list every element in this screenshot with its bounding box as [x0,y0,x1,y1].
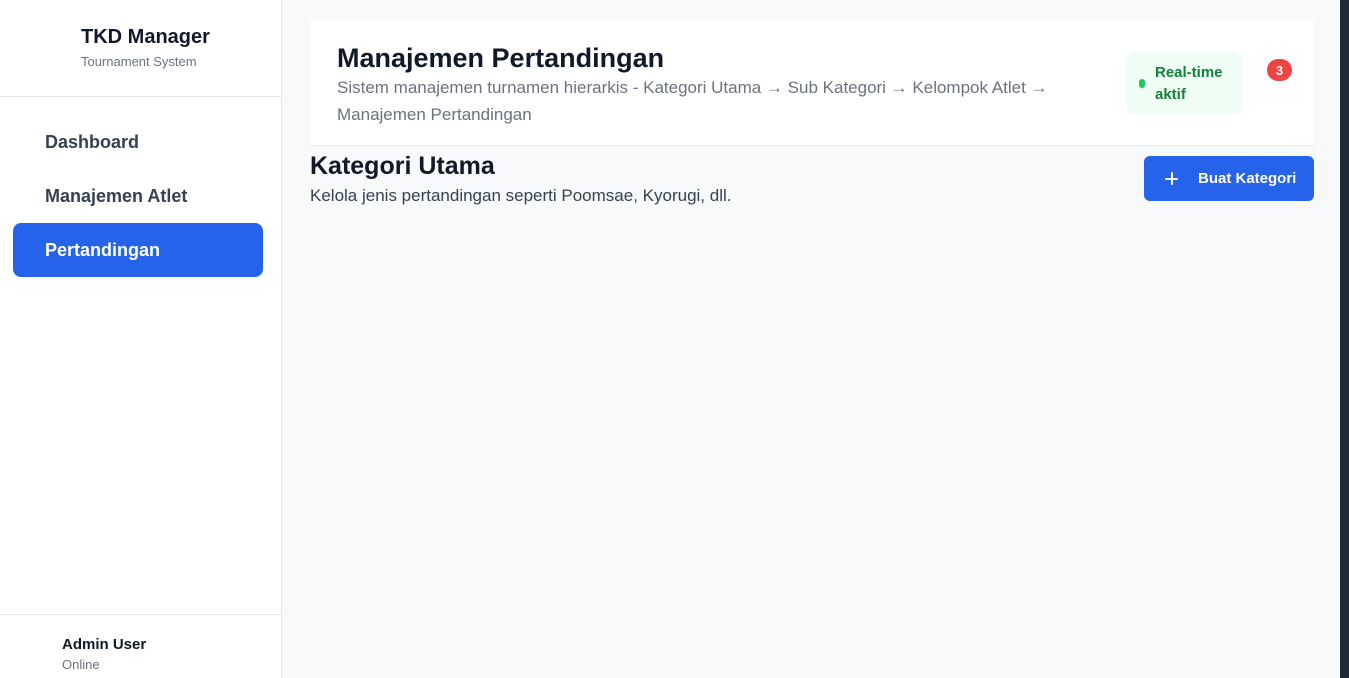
plus-icon [1165,172,1178,185]
realtime-status-badge: Real-time aktif [1126,52,1242,114]
sidebar-item-pertandingan[interactable]: Pertandingan [13,223,263,277]
app-root: TKD Manager Tournament System Dashboard … [0,0,1349,678]
user-panel: Admin User Online [0,614,281,678]
notification-badge[interactable]: 3 [1267,59,1292,81]
brand-title: TKD Manager [81,26,210,48]
page-header: Manajemen Pertandingan Sistem manajemen … [310,20,1314,146]
sidebar-item-dashboard[interactable]: Dashboard [13,115,263,169]
section-title: Kategori Utama [310,152,495,180]
create-category-button[interactable]: Buat Kategori [1144,156,1314,201]
brand: TKD Manager Tournament System [0,0,281,97]
main-content: Manajemen Pertandingan Sistem manajemen … [282,0,1349,678]
page-title: Manajemen Pertandingan [337,43,665,73]
user-status: Online [62,657,100,672]
section-description: Kelola jenis pertandingan seperti Poomsa… [310,186,732,205]
realtime-status-label: Real-time aktif [1155,64,1223,103]
window-edge [1340,0,1349,678]
sidebar-item-manajemen-atlet[interactable]: Manajemen Atlet [13,169,263,223]
page-description: Sistem manajemen turnamen hierarkis - Ka… [337,78,1048,124]
sidebar-nav: Dashboard Manajemen Atlet Pertandingan [0,115,281,277]
create-category-label: Buat Kategori [1198,170,1297,187]
user-name: Admin User [62,636,147,653]
status-dot-icon [1139,79,1145,88]
brand-subtitle: Tournament System [81,54,197,69]
sidebar: TKD Manager Tournament System Dashboard … [0,0,282,678]
